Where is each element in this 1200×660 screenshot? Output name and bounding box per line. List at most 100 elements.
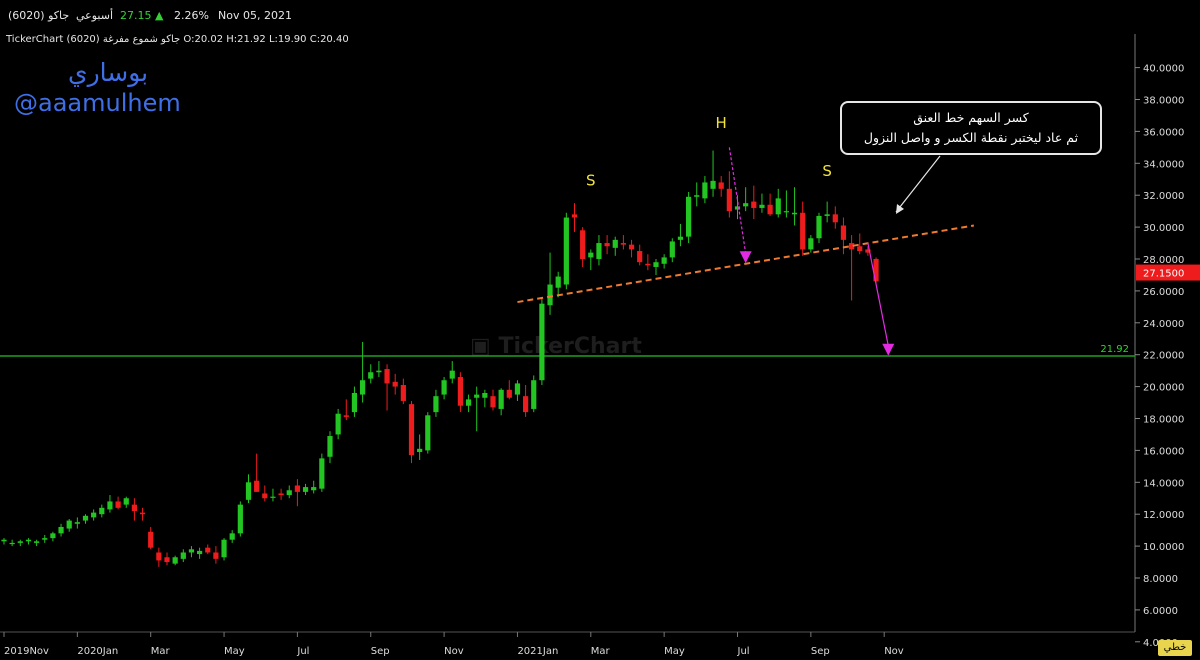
candle-body (400, 385, 406, 401)
candle-body (808, 238, 814, 250)
candle-body (245, 482, 252, 500)
y-tick-label: 14.0000 (1143, 478, 1184, 489)
last-price-label: 27.1500 (1143, 269, 1184, 280)
x-tick-label: 2019Nov (4, 646, 49, 657)
candle-body (131, 504, 137, 512)
line-mode-button[interactable]: خطي (1158, 640, 1192, 656)
candle-body (91, 512, 97, 518)
x-tick-label: Jul (296, 646, 309, 657)
x-tick-label: Mar (151, 646, 171, 657)
candle-body (311, 487, 317, 491)
candle-body (213, 552, 219, 559)
candle-body (425, 415, 431, 451)
y-tick-label: 8.0000 (1143, 574, 1178, 585)
candle-body (840, 225, 847, 240)
y-tick-label: 22.0000 (1143, 351, 1184, 362)
candle-body (718, 182, 724, 189)
candle-body (686, 196, 692, 237)
candle-body (775, 198, 781, 215)
y-tick-label: 18.0000 (1143, 415, 1184, 426)
candle-body (360, 380, 366, 395)
candle-body (449, 370, 455, 379)
watermark-name: بوساري (68, 58, 149, 87)
candle-body (498, 389, 504, 409)
candle-body (588, 252, 594, 258)
candle-body (620, 243, 626, 245)
candle-body (824, 214, 830, 216)
candle-body (653, 262, 659, 267)
y-tick-label: 24.0000 (1143, 319, 1184, 330)
candle-body (384, 369, 390, 384)
candle-body (523, 396, 529, 413)
target-arrow-line (867, 242, 889, 346)
neckline-trendline (517, 224, 975, 304)
candle-body (612, 239, 618, 248)
candle-body (726, 188, 732, 212)
candle-body (506, 389, 512, 398)
candle-body (571, 214, 578, 218)
candle-body (482, 392, 488, 398)
candle-body (710, 180, 716, 189)
candle-body (25, 539, 32, 542)
candle-body (637, 251, 643, 263)
candle-body (645, 263, 651, 266)
candle-body (205, 547, 211, 553)
candle-body (164, 557, 170, 563)
candle-body (417, 448, 423, 452)
candle-body (221, 539, 227, 558)
candle-body (555, 276, 561, 288)
target-arrow-head (739, 251, 752, 264)
candle-body (490, 396, 496, 408)
y-tick-label: 20.0000 (1143, 383, 1184, 394)
candle-body (702, 182, 708, 199)
candle-body (229, 533, 235, 540)
candle-body (172, 557, 178, 564)
candle-body (148, 531, 154, 548)
candle-body (123, 498, 129, 505)
candle-body (832, 214, 838, 223)
callout-pointer-head (896, 204, 904, 214)
candle-body (156, 552, 162, 561)
candle-body (669, 241, 675, 258)
candle-body (465, 399, 472, 406)
x-tick-label: 2021Jan (517, 646, 558, 657)
y-tick-label: 36.0000 (1143, 127, 1184, 138)
candle-body (791, 212, 798, 215)
x-tick-label: May (224, 646, 245, 657)
candle-body (9, 542, 15, 545)
candle-body (66, 520, 72, 529)
pattern-label: S (586, 172, 596, 190)
candle-body (82, 515, 89, 521)
x-tick-label: Nov (444, 646, 464, 657)
candle-body (800, 212, 806, 250)
candle-body (1, 539, 7, 542)
candle-body (50, 533, 56, 539)
candle-body (441, 380, 447, 395)
callout-line-1: كسر السهم خط العنق (913, 110, 1029, 125)
y-tick-label: 40.0000 (1143, 64, 1184, 75)
candle-body (677, 236, 684, 240)
candle-body (351, 392, 358, 413)
candle-body (408, 404, 415, 456)
x-tick-label: Mar (591, 646, 611, 657)
candle-body (327, 436, 333, 457)
candle-body (514, 383, 521, 395)
candle-body (302, 487, 309, 492)
candle-body (376, 370, 382, 373)
x-tick-label: May (664, 646, 685, 657)
x-tick-label: Nov (884, 646, 904, 657)
candle-body (368, 372, 374, 379)
candle-body (58, 526, 64, 534)
candle-body (857, 246, 863, 252)
candle-body (237, 504, 243, 534)
candle-body (816, 215, 822, 239)
candle-body (563, 217, 569, 285)
candle-body (433, 396, 439, 413)
candle-body (392, 381, 398, 387)
annotation-callout: كسر السهم خط العنق ثم عاد ليختبر نقطة ال… (840, 101, 1102, 155)
candle-body (343, 415, 349, 417)
x-tick-label: Sep (811, 646, 830, 657)
candle-body (767, 204, 773, 215)
candle-body (188, 549, 195, 553)
candle-body (751, 201, 757, 208)
